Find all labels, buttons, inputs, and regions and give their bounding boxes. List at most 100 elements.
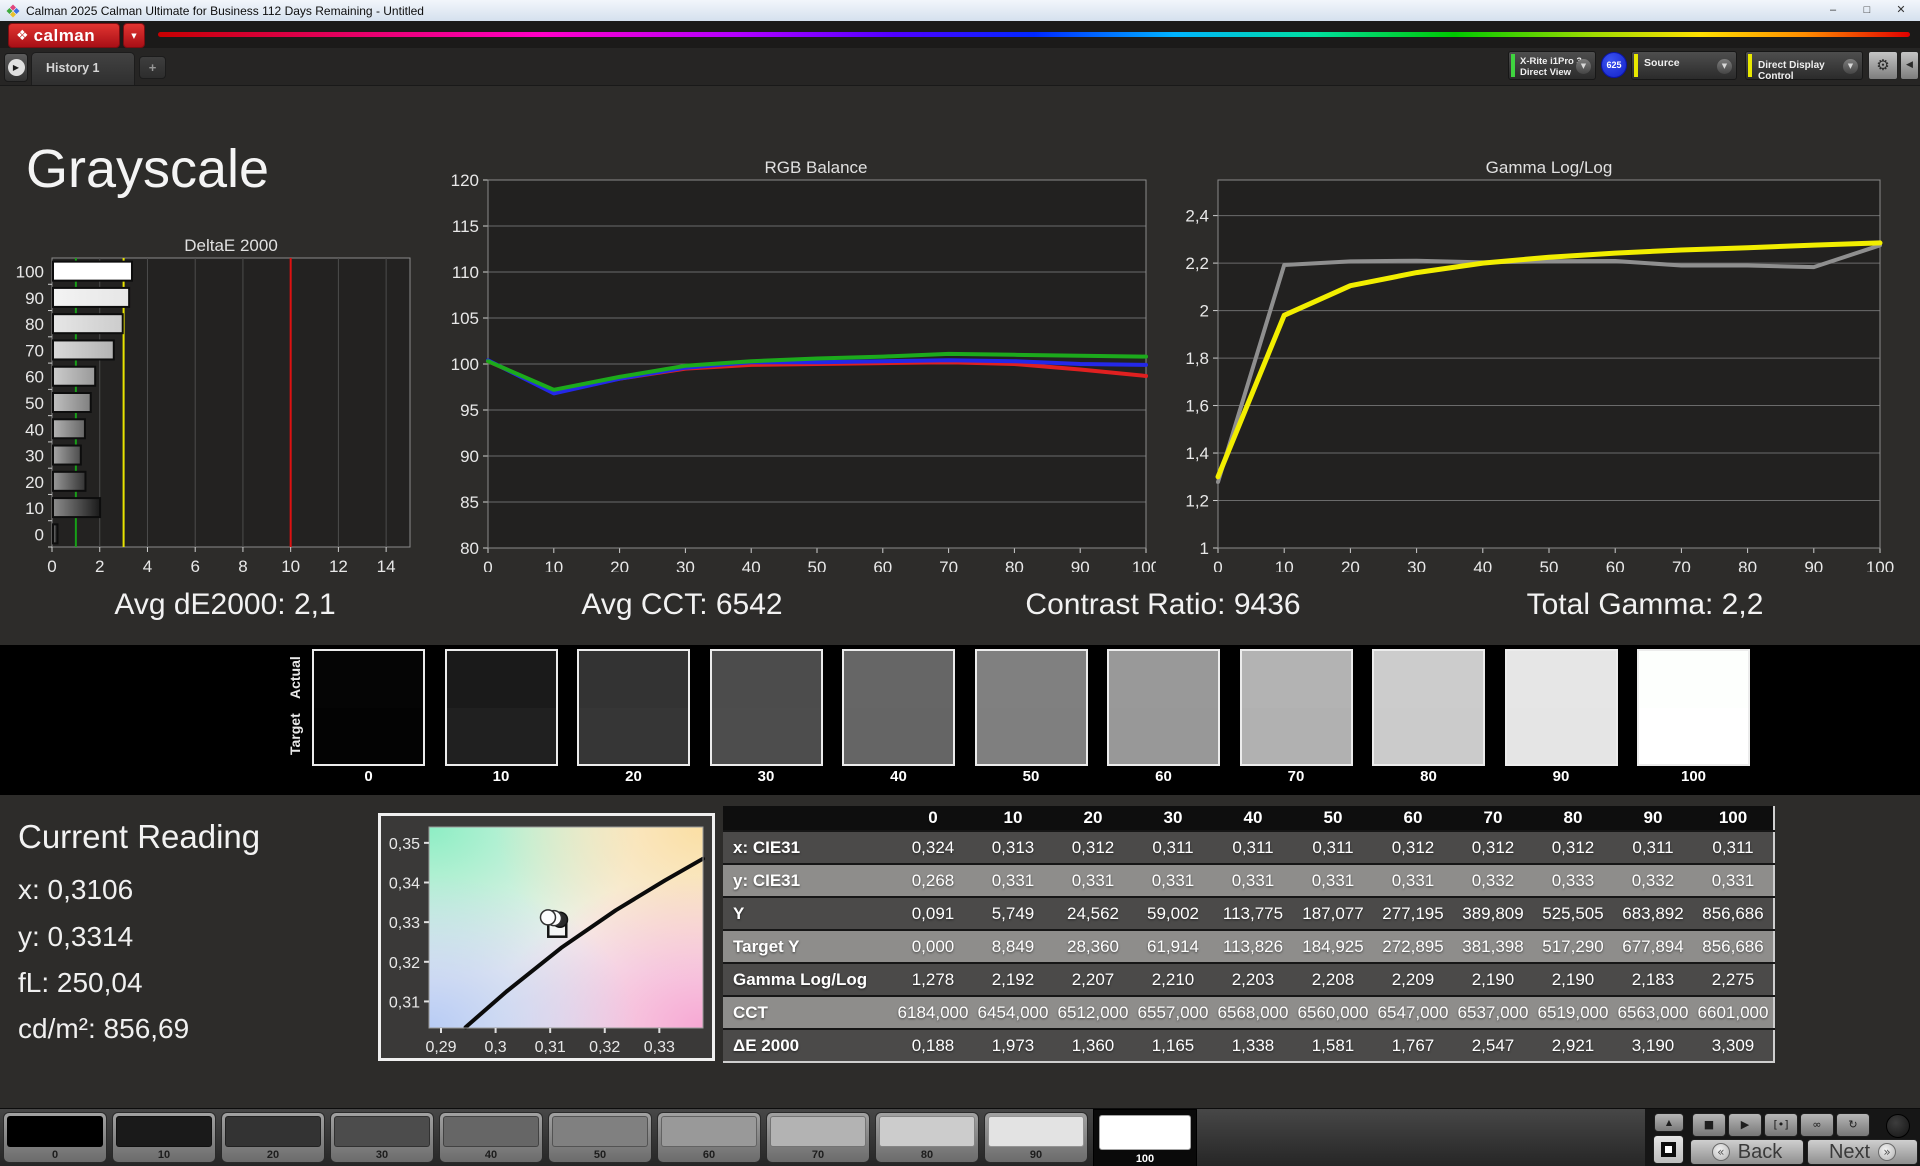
table-cell: 0,313 [973, 831, 1053, 865]
svg-text:0,35: 0,35 [389, 836, 420, 853]
svg-text:10: 10 [25, 499, 44, 518]
chevron-down-icon: ▼ [1717, 59, 1732, 74]
minimize-button[interactable]: – [1816, 0, 1850, 21]
target-row-label: Target [287, 713, 303, 756]
expand-patch-list-button[interactable]: ▲ [1654, 1113, 1684, 1132]
chevron-up-icon: ▲ [1665, 1118, 1673, 1127]
patch-button-10[interactable]: 10 [112, 1112, 216, 1163]
patch-button-90[interactable]: 90 [984, 1112, 1088, 1163]
meter-mode: Direct View [1520, 67, 1572, 78]
table-row: y: CIE31 0,268 0,331 0,331 0,331 0,331 0,331 0,… [723, 864, 1775, 898]
patch-button-20[interactable]: 20 [221, 1112, 325, 1163]
svg-text:0,31: 0,31 [389, 994, 420, 1011]
status-led [1886, 1114, 1910, 1138]
patch-button-70[interactable]: 70 [766, 1112, 870, 1163]
patch-button-80[interactable]: 80 [875, 1112, 979, 1163]
svg-text:50: 50 [808, 558, 827, 572]
svg-text:30: 30 [25, 447, 44, 466]
swatch-level-label: 30 [757, 768, 775, 785]
next-button[interactable]: Next » [1807, 1139, 1918, 1165]
layout-nav-button[interactable]: ▶ [4, 53, 28, 82]
chevron-down-icon: ▼ [131, 32, 137, 40]
play-button[interactable]: ▶ [1728, 1113, 1762, 1137]
table-cell: 6454,000 [973, 996, 1053, 1030]
actual-swatch-half [1241, 651, 1351, 708]
actual-row-label: Actual [287, 656, 303, 699]
patch-swatch [443, 1116, 539, 1147]
table-cell: 0,331 [1693, 864, 1775, 898]
patch-label: 40 [484, 1149, 498, 1161]
patch-swatch [7, 1116, 103, 1147]
table-cell: 2,190 [1533, 963, 1613, 997]
swatch-level-label: 90 [1552, 768, 1570, 785]
table-cell: 5,749 [973, 897, 1053, 931]
svg-text:100: 100 [1132, 558, 1156, 572]
avg-de2000-readout: Avg dE2000: 2,1 [114, 588, 336, 621]
patch-swatch [225, 1116, 321, 1147]
table-cell: 187,077 [1293, 897, 1373, 931]
table-cell: 0,000 [893, 930, 973, 964]
collapse-panel-button[interactable]: ◀ [1900, 51, 1919, 80]
patch-button-60[interactable]: 60 [657, 1112, 761, 1163]
display-control-dropdown[interactable]: Direct Display Control ▼ [1745, 51, 1863, 82]
calman-logo-text: calman [33, 26, 96, 45]
stop-button[interactable]: ■ [1692, 1113, 1726, 1137]
table-cell: 113,775 [1213, 897, 1293, 931]
meter-status-bar [1511, 54, 1515, 77]
source-dropdown[interactable]: Source ▼ [1631, 51, 1737, 80]
actual-swatch-half [976, 651, 1086, 708]
back-button[interactable]: « Back [1690, 1139, 1804, 1165]
patch-button-30[interactable]: 30 [330, 1112, 434, 1163]
table-cell: 517,290 [1533, 930, 1613, 964]
single-measure-button[interactable]: [•] [1764, 1113, 1798, 1137]
table-column-header: 20 [1053, 806, 1133, 832]
continuous-measure-button[interactable]: ∞ [1800, 1113, 1834, 1137]
svg-text:0,33: 0,33 [644, 1039, 675, 1056]
table-row: x: CIE31 0,324 0,313 0,312 0,311 0,311 0,311 0,… [723, 831, 1775, 865]
table-column-header: 50 [1293, 806, 1373, 832]
actual-swatch-half [1639, 651, 1748, 708]
close-button[interactable]: ✕ [1884, 0, 1918, 21]
table-cell: 3,309 [1693, 1029, 1775, 1063]
brand-menu-button[interactable]: ▼ [123, 23, 145, 48]
calman-logo-button[interactable]: ❖ calman [8, 23, 120, 48]
swatch-level-label: 10 [492, 768, 510, 785]
patch-window-button[interactable] [1653, 1135, 1684, 1164]
back-arrow-icon: « [1711, 1143, 1730, 1161]
table-cell: 856,686 [1693, 897, 1775, 931]
target-swatch-half [1109, 707, 1218, 764]
maximize-button[interactable]: □ [1850, 0, 1884, 21]
grayscale-swatch-90 [1504, 649, 1618, 766]
add-tab-button[interactable]: + [139, 56, 166, 79]
grayscale-swatch-0 [312, 649, 425, 766]
grayscale-swatch-40 [842, 649, 955, 766]
svg-text:90: 90 [25, 289, 44, 308]
avg-cct-readout: Avg CCT: 6542 [581, 588, 783, 621]
settings-button[interactable]: ⚙ [1868, 51, 1898, 80]
patch-button-40[interactable]: 40 [439, 1112, 543, 1163]
tab-history-1[interactable]: History 1 [31, 52, 135, 85]
table-cell: 2,208 [1293, 963, 1373, 997]
patch-swatch [879, 1116, 975, 1147]
table-row-label: y: CIE31 [723, 864, 893, 898]
table-row-label: ΔE 2000 [723, 1029, 893, 1063]
table-cell: 1,338 [1213, 1029, 1293, 1063]
table-column-header: 60 [1373, 806, 1453, 832]
meter-dropdown[interactable]: X-Rite i1Pro 3 Direct View ▼ [1508, 51, 1596, 80]
table-cell: 2,210 [1133, 963, 1213, 997]
table-cell: 6557,000 [1133, 996, 1213, 1030]
patch-button-50[interactable]: 50 [548, 1112, 652, 1163]
actual-swatch-half [579, 651, 688, 708]
table-cell: 0,311 [1133, 831, 1213, 865]
refresh-button[interactable]: ↻ [1836, 1113, 1870, 1137]
patch-label: 20 [266, 1149, 280, 1161]
table-column-header: 80 [1533, 806, 1613, 832]
current-reading-x: x: 0,3106 [18, 874, 134, 905]
patch-swatch [116, 1116, 212, 1147]
svg-text:60: 60 [25, 368, 44, 387]
target-swatch-half [1374, 707, 1483, 764]
patch-button-0[interactable]: 0 [3, 1112, 107, 1163]
svg-text:30: 30 [676, 558, 695, 572]
patch-button-100[interactable]: 100 [1093, 1109, 1197, 1166]
table-cell: 184,925 [1293, 930, 1373, 964]
